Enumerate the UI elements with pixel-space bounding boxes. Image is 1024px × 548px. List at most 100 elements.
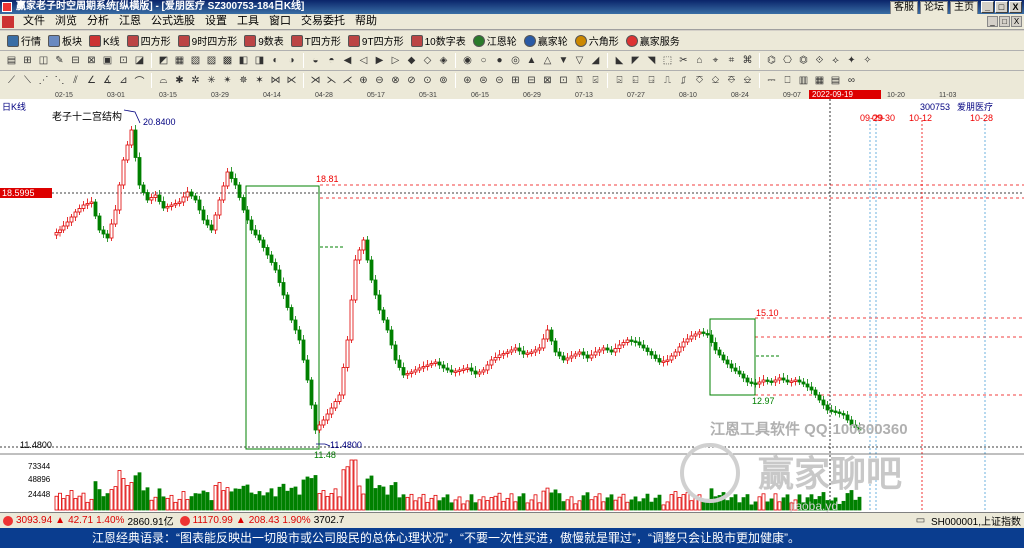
- drawing-tool-icon[interactable]: ●: [492, 53, 507, 68]
- tool-winner-wheel[interactable]: 赢家轮: [521, 32, 571, 49]
- tool-number9[interactable]: 9数表: [241, 32, 287, 49]
- drawing-tool-icon[interactable]: ✎: [52, 53, 67, 68]
- analysis-tool-icon[interactable]: ∞: [844, 73, 859, 88]
- drawing-tool-icon[interactable]: ▶: [372, 53, 387, 68]
- analysis-tool-icon[interactable]: ∠: [84, 73, 99, 88]
- drawing-tool-icon[interactable]: ◎: [508, 53, 523, 68]
- analysis-tool-icon[interactable]: ⍃: [588, 73, 603, 88]
- menu-file[interactable]: 文件: [18, 14, 50, 29]
- drawing-tool-icon[interactable]: ◣: [612, 53, 627, 68]
- analysis-tool-icon[interactable]: ✵: [236, 73, 251, 88]
- analysis-tool-icon[interactable]: ▥: [796, 73, 811, 88]
- analysis-tool-icon[interactable]: ⊙: [420, 73, 435, 88]
- analysis-tool-icon[interactable]: ⍄: [612, 73, 627, 88]
- tool-number10[interactable]: 10数字表: [408, 32, 469, 49]
- analysis-tool-icon[interactable]: ⊟: [524, 73, 539, 88]
- analysis-tool-icon[interactable]: ✴: [220, 73, 235, 88]
- analysis-tool-icon[interactable]: ✲: [188, 73, 203, 88]
- status-index-code[interactable]: SH000001,上证指数: [931, 513, 1021, 528]
- analysis-tool-icon[interactable]: ⎏: [692, 73, 707, 88]
- tool-hexagon[interactable]: 六角形: [572, 32, 622, 49]
- drawing-tool-icon[interactable]: ▨: [204, 53, 219, 68]
- tool-gann-wheel[interactable]: 江恩轮: [470, 32, 520, 49]
- analysis-tool-icon[interactable]: ⊘: [404, 73, 419, 88]
- tool-kline[interactable]: K线: [86, 32, 123, 49]
- analysis-tool-icon[interactable]: ⎓: [764, 73, 779, 88]
- drawing-tool-icon[interactable]: ⌗: [724, 53, 739, 68]
- drawing-tool-icon[interactable]: ⟐: [812, 53, 827, 68]
- analysis-tool-icon[interactable]: ⋌: [340, 73, 355, 88]
- analysis-tool-icon[interactable]: ▤: [828, 73, 843, 88]
- analysis-tool-icon[interactable]: ⋋: [324, 73, 339, 88]
- drawing-tool-icon[interactable]: ⌖: [708, 53, 723, 68]
- analysis-tool-icon[interactable]: ⊝: [492, 73, 507, 88]
- menu-help[interactable]: 帮助: [350, 14, 382, 29]
- menu-trade[interactable]: 交易委托: [296, 14, 350, 29]
- drawing-tool-icon[interactable]: ✦: [844, 53, 859, 68]
- drawing-tool-icon[interactable]: ◀: [340, 53, 355, 68]
- system-menu-icon[interactable]: [2, 15, 14, 28]
- sh-index-segment[interactable]: 3093.94 ▲ 42.71 1.40% 2860.91亿: [0, 513, 177, 528]
- drawing-tool-icon[interactable]: ⊞: [20, 53, 35, 68]
- analysis-tool-icon[interactable]: ✱: [172, 73, 187, 88]
- drawing-tool-icon[interactable]: ▣: [100, 53, 115, 68]
- drawing-tool-icon[interactable]: ▼: [556, 53, 571, 68]
- tool-t9square[interactable]: 9T四方形: [345, 32, 407, 49]
- drawing-tool-icon[interactable]: ⬚: [660, 53, 675, 68]
- analysis-tool-icon[interactable]: ⊗: [388, 73, 403, 88]
- drawing-tool-icon[interactable]: ◈: [436, 53, 451, 68]
- analysis-tool-icon[interactable]: ⌒: [132, 73, 147, 88]
- analysis-tool-icon[interactable]: ⊿: [116, 73, 131, 88]
- drawing-tool-icon[interactable]: ◤: [628, 53, 643, 68]
- analysis-tool-icon[interactable]: ⊖: [372, 73, 387, 88]
- drawing-tool-icon[interactable]: ◇: [420, 53, 435, 68]
- drawing-tool-icon[interactable]: ▦: [172, 53, 187, 68]
- drawing-tool-icon[interactable]: ○: [476, 53, 491, 68]
- menu-formula[interactable]: 公式选股: [146, 14, 200, 29]
- analysis-tool-icon[interactable]: ⍈: [644, 73, 659, 88]
- drawing-tool-icon[interactable]: ✂: [676, 53, 691, 68]
- drawing-tool-icon[interactable]: ◉: [460, 53, 475, 68]
- analysis-tool-icon[interactable]: ⌓: [156, 73, 171, 88]
- tool-sector[interactable]: 板块: [45, 32, 85, 49]
- analysis-tool-icon[interactable]: ⎒: [740, 73, 755, 88]
- menu-browse[interactable]: 浏览: [50, 14, 82, 29]
- mdi-close-button[interactable]: X: [1011, 16, 1022, 27]
- analysis-tool-icon[interactable]: ⊠: [540, 73, 555, 88]
- analysis-tool-icon[interactable]: ⋰: [36, 73, 51, 88]
- drawing-tool-icon[interactable]: ▽: [572, 53, 587, 68]
- drawing-tool-icon[interactable]: ◢: [588, 53, 603, 68]
- analysis-tool-icon[interactable]: ⊛: [460, 73, 475, 88]
- mdi-minimize-button[interactable]: _: [987, 16, 998, 27]
- analysis-tool-icon[interactable]: ⎕: [780, 73, 795, 88]
- drawing-tool-icon[interactable]: ⎔: [780, 53, 795, 68]
- drawing-tool-icon[interactable]: ⊟: [68, 53, 83, 68]
- drawing-tool-icon[interactable]: ⌬: [764, 53, 779, 68]
- drawing-tool-icon[interactable]: ▧: [188, 53, 203, 68]
- analysis-tool-icon[interactable]: ⟋: [4, 73, 19, 88]
- analysis-tool-icon[interactable]: ⍂: [572, 73, 587, 88]
- analysis-tool-icon[interactable]: ∡: [100, 73, 115, 88]
- minimize-button[interactable]: _: [981, 1, 994, 13]
- menu-analysis[interactable]: 分析: [82, 14, 114, 29]
- drawing-tool-icon[interactable]: ✧: [860, 53, 875, 68]
- drawing-tool-icon[interactable]: ◁: [356, 53, 371, 68]
- analysis-tool-icon[interactable]: ⊚: [436, 73, 451, 88]
- analysis-tool-icon[interactable]: ⋉: [284, 73, 299, 88]
- analysis-tool-icon[interactable]: ⎍: [660, 73, 675, 88]
- drawing-tool-icon[interactable]: ⊠: [84, 53, 99, 68]
- drawing-tool-icon[interactable]: ◓: [324, 53, 339, 68]
- monitor-icon[interactable]: ▭: [913, 513, 928, 528]
- analysis-tool-icon[interactable]: ✳: [204, 73, 219, 88]
- drawing-tool-icon[interactable]: ◧: [236, 53, 251, 68]
- drawing-tool-icon[interactable]: ◐: [268, 53, 283, 68]
- drawing-tool-icon[interactable]: ▷: [388, 53, 403, 68]
- link-forum[interactable]: 论坛: [920, 1, 948, 14]
- drawing-tool-icon[interactable]: ▩: [220, 53, 235, 68]
- analysis-tool-icon[interactable]: ✶: [252, 73, 267, 88]
- drawing-tool-icon[interactable]: ◒: [308, 53, 323, 68]
- drawing-tool-icon[interactable]: ⌘: [740, 53, 755, 68]
- analysis-tool-icon[interactable]: ⎐: [708, 73, 723, 88]
- analysis-tool-icon[interactable]: ⊕: [356, 73, 371, 88]
- drawing-tool-icon[interactable]: ⟡: [828, 53, 843, 68]
